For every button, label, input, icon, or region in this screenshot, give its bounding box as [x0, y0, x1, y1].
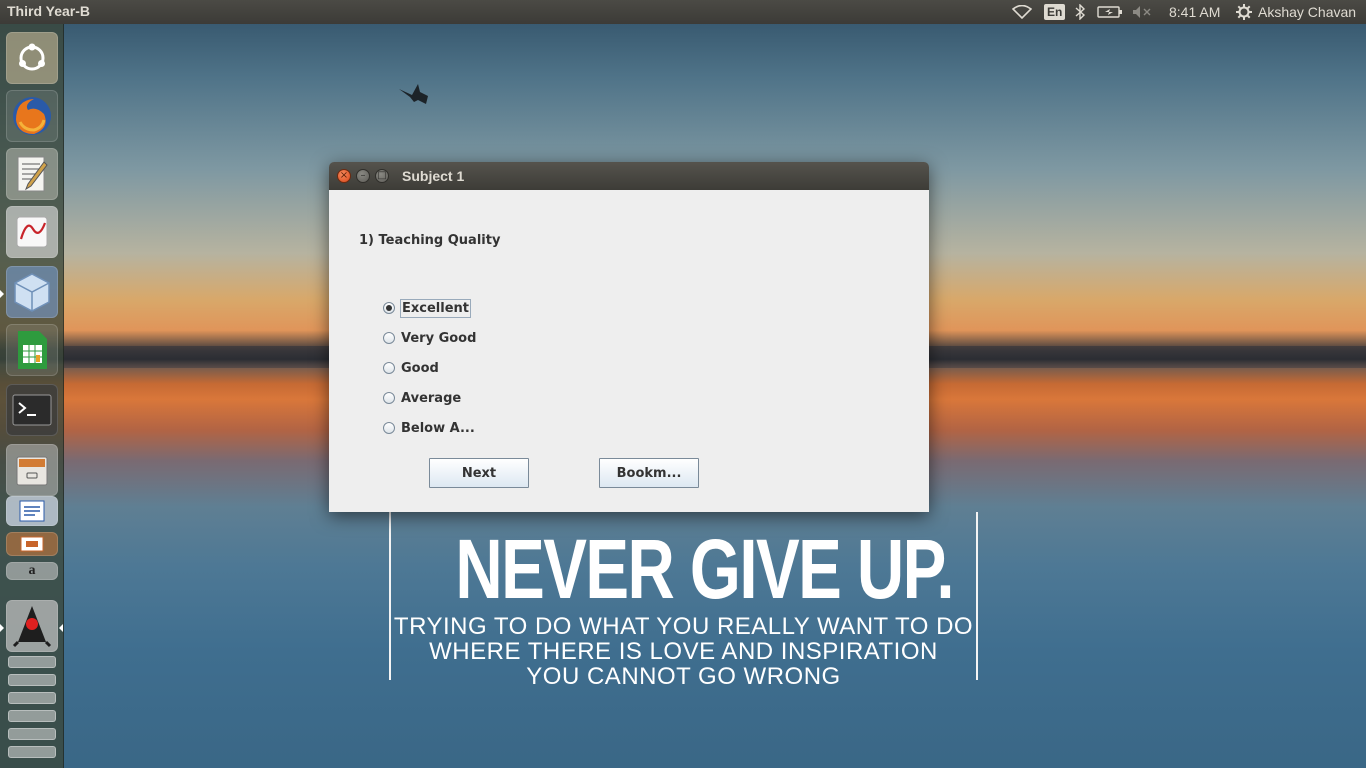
launcher-spreadsheet[interactable]	[6, 324, 58, 376]
launcher-trash-item[interactable]	[8, 728, 56, 740]
clock-text: 8:41 AM	[1169, 4, 1221, 20]
dialog-body: 1) Teaching Quality Excellent Very Good …	[329, 190, 929, 512]
bluetooth-indicator[interactable]	[1074, 0, 1086, 24]
presentation-icon	[20, 536, 44, 552]
battery-indicator[interactable]	[1097, 0, 1123, 24]
running-indicator	[0, 624, 4, 632]
question-label: 1) Teaching Quality	[359, 233, 501, 248]
option-excellent[interactable]: Excellent	[383, 298, 471, 318]
quote-line: TRYING TO DO WHAT YOU REALLY WANT TO DO	[393, 613, 974, 640]
launcher-virtualbox[interactable]	[6, 266, 58, 318]
subject-dialog: × – □ Subject 1 1) Teaching Quality Exce…	[329, 162, 929, 512]
launcher-workspace-item[interactable]	[8, 692, 56, 704]
sound-indicator[interactable]	[1132, 0, 1154, 24]
active-window-title: Third Year-B	[7, 3, 90, 19]
launcher-terminal[interactable]	[6, 384, 58, 436]
session-indicator[interactable]: Akshay Chavan	[1236, 0, 1356, 24]
bookmark-button[interactable]: Bookm...	[599, 458, 699, 488]
launcher-file-cabinet[interactable]	[6, 444, 58, 496]
launcher-amazon[interactable]: a	[6, 562, 58, 580]
pdf-reader-icon	[16, 216, 48, 248]
launcher-java[interactable]	[6, 600, 58, 652]
radio-button[interactable]	[383, 302, 395, 314]
option-label: Excellent	[400, 298, 471, 318]
launcher-text-editor[interactable]	[6, 148, 58, 200]
launcher-workspace-item[interactable]	[8, 656, 56, 668]
bird-icon	[399, 84, 428, 104]
volume-muted-icon	[1133, 6, 1151, 18]
option-label: Average	[401, 390, 462, 406]
next-button[interactable]: Next	[429, 458, 529, 488]
launcher-impress[interactable]	[6, 532, 58, 556]
wifi-icon	[1012, 5, 1032, 19]
bluetooth-icon	[1075, 4, 1086, 20]
maximize-icon: □	[377, 170, 387, 181]
dialog-titlebar[interactable]: × – □ Subject 1	[329, 162, 929, 190]
launcher-firefox[interactable]	[6, 90, 58, 142]
option-good[interactable]: Good	[383, 358, 440, 378]
launcher-trash-item[interactable]	[8, 746, 56, 758]
wallpaper-quote: NEVER GIVE UP. TRYING TO DO WHAT YOU REA…	[389, 512, 978, 689]
top-panel: Third Year-B En 8:41 AM Akshay Chavan	[0, 0, 1366, 24]
battery-icon	[1097, 6, 1122, 18]
dialog-title: Subject 1	[402, 168, 465, 184]
language-badge: En	[1044, 4, 1066, 20]
close-button[interactable]: ×	[337, 169, 351, 183]
radio-button[interactable]	[383, 332, 395, 344]
launcher: a	[0, 24, 64, 768]
virtualbox-icon	[14, 273, 50, 312]
keyboard-layout-indicator[interactable]: En	[1044, 0, 1066, 24]
launcher-writer[interactable]	[6, 496, 58, 526]
radio-button[interactable]	[383, 422, 395, 434]
user-name: Akshay Chavan	[1258, 4, 1357, 20]
option-label: Good	[401, 360, 439, 376]
text-editor-icon	[17, 156, 48, 192]
launcher-dash[interactable]	[6, 32, 58, 84]
java-duke-icon	[12, 606, 52, 648]
option-label: Very Good	[401, 330, 477, 346]
file-cabinet-icon	[16, 456, 48, 486]
radio-button[interactable]	[383, 392, 395, 404]
option-very-good[interactable]: Very Good	[383, 328, 477, 348]
terminal-icon	[12, 394, 52, 426]
close-icon: ×	[339, 170, 349, 181]
clock-indicator[interactable]: 8:41 AM	[1169, 0, 1220, 24]
firefox-icon	[13, 97, 51, 135]
quote-headline: NEVER GIVE UP.	[455, 522, 954, 616]
radio-button[interactable]	[383, 362, 395, 374]
option-below-average[interactable]: Below A...	[383, 418, 476, 438]
launcher-workspace-item[interactable]	[8, 710, 56, 722]
dash-icon	[19, 43, 45, 71]
launcher-pdf-reader[interactable]	[6, 206, 58, 258]
running-indicator	[0, 290, 4, 298]
minimize-icon: –	[360, 170, 366, 181]
wifi-indicator[interactable]	[1012, 0, 1032, 24]
quote-line: YOU CANNOT GO WRONG	[526, 663, 841, 690]
document-icon	[19, 500, 45, 522]
amazon-icon: a	[28, 563, 36, 578]
minimize-button[interactable]: –	[356, 169, 370, 183]
spreadsheet-icon	[18, 331, 47, 369]
option-average[interactable]: Average	[383, 388, 462, 408]
quote-line: WHERE THERE IS LOVE AND INSPIRATION	[429, 638, 938, 665]
focused-indicator	[59, 624, 63, 632]
option-label: Below A...	[401, 420, 475, 436]
gear-icon	[1236, 4, 1252, 20]
maximize-button[interactable]: □	[375, 169, 389, 183]
launcher-workspace-item[interactable]	[8, 674, 56, 686]
